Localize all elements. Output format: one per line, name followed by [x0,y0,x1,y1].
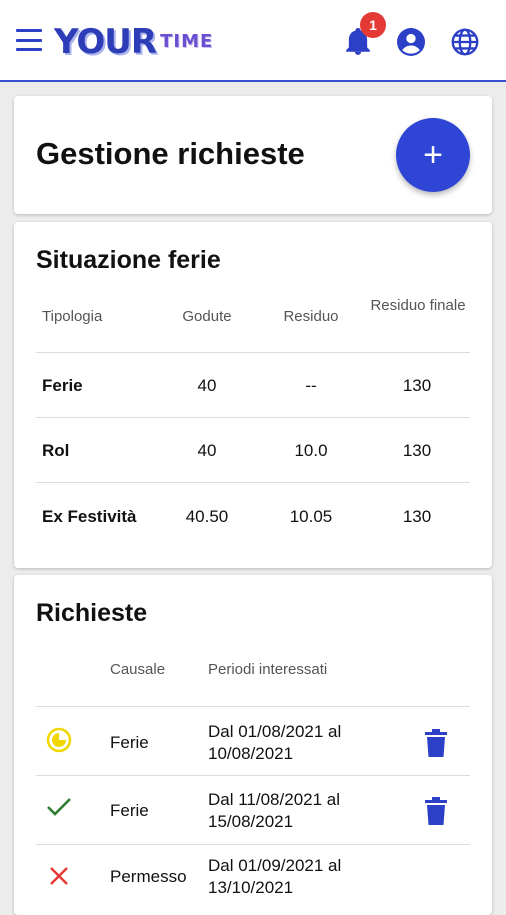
row-divider [36,352,470,353]
row-divider [36,417,470,418]
table-cell-residuo: 10.0 [294,441,328,460]
request-period-line1: Dal 11/08/2021 al [208,790,341,809]
page-header-card: Gestione richieste + [14,96,492,214]
table-cell-residuo: -- [305,376,317,395]
request-causale: Ferie [110,733,149,752]
top-app-bar: YOUR TIME 1 [0,0,506,82]
app-logo: YOUR TIME [54,18,213,62]
vacation-summary-card: Situazione ferie Tipologia Godute Residu… [14,222,492,568]
notification-badge: 1 [360,12,386,38]
row-divider [36,844,470,845]
column-header-residuo-finale: Residuo finale [370,297,466,314]
request-period-line2: 13/10/2021 [208,878,294,897]
column-header-periodi: Periodi interessati [208,661,328,678]
request-period: Dal 11/08/2021 al 15/08/2021 [208,789,340,833]
request-period-line1: Dal 01/08/2021 al [208,722,342,741]
logo-main-text: YOUR [54,22,157,62]
page-title: Gestione richieste [36,136,305,171]
row-divider [36,482,470,483]
table-cell-finale: 130 [402,376,432,395]
table-cell-type: Ex Festività [42,507,137,526]
column-header-residuo: Residuo [283,308,339,325]
column-header-tipologia: Tipologia [42,308,103,325]
menu-icon[interactable] [16,29,42,51]
column-header-causale: Causale [110,661,166,678]
table-cell-residuo: 10.05 [289,507,333,526]
request-causale: Ferie [110,801,149,820]
table-cell-godute: 40.50 [185,507,229,526]
table-cell-finale: 130 [402,507,432,526]
logo-sub-text: TIME [160,31,214,52]
table-cell-godute: 40 [197,441,217,460]
request-period-line2: 10/08/2021 [208,744,294,763]
request-period: Dal 01/09/2021 al 13/10/2021 [208,855,341,899]
row-divider [36,775,470,776]
table-cell-type: Ferie [42,376,83,395]
table-cell-godute: 40 [197,376,217,395]
clock-icon [44,725,74,755]
request-period-line1: Dal 01/09/2021 al [208,856,342,875]
delete-icon[interactable] [424,729,448,757]
account-icon[interactable] [396,27,426,57]
delete-icon[interactable] [424,797,448,825]
table-cell-finale: 130 [402,441,432,460]
row-divider [36,706,470,707]
section-title-richieste: Richieste [36,599,148,627]
check-icon [44,792,74,822]
table-cell-type: Rol [42,441,70,460]
requests-card: Richieste Causale Periodi interessati Fe… [14,575,492,915]
globe-icon[interactable] [450,27,480,57]
section-title-ferie: Situazione ferie [36,246,221,274]
request-period: Dal 01/08/2021 al 10/08/2021 [208,721,341,765]
add-request-button[interactable]: + [396,118,470,192]
cross-icon [44,861,74,891]
request-period-line2: 15/08/2021 [208,812,294,831]
column-header-godute: Godute [182,308,232,325]
request-causale: Permesso [110,867,187,886]
